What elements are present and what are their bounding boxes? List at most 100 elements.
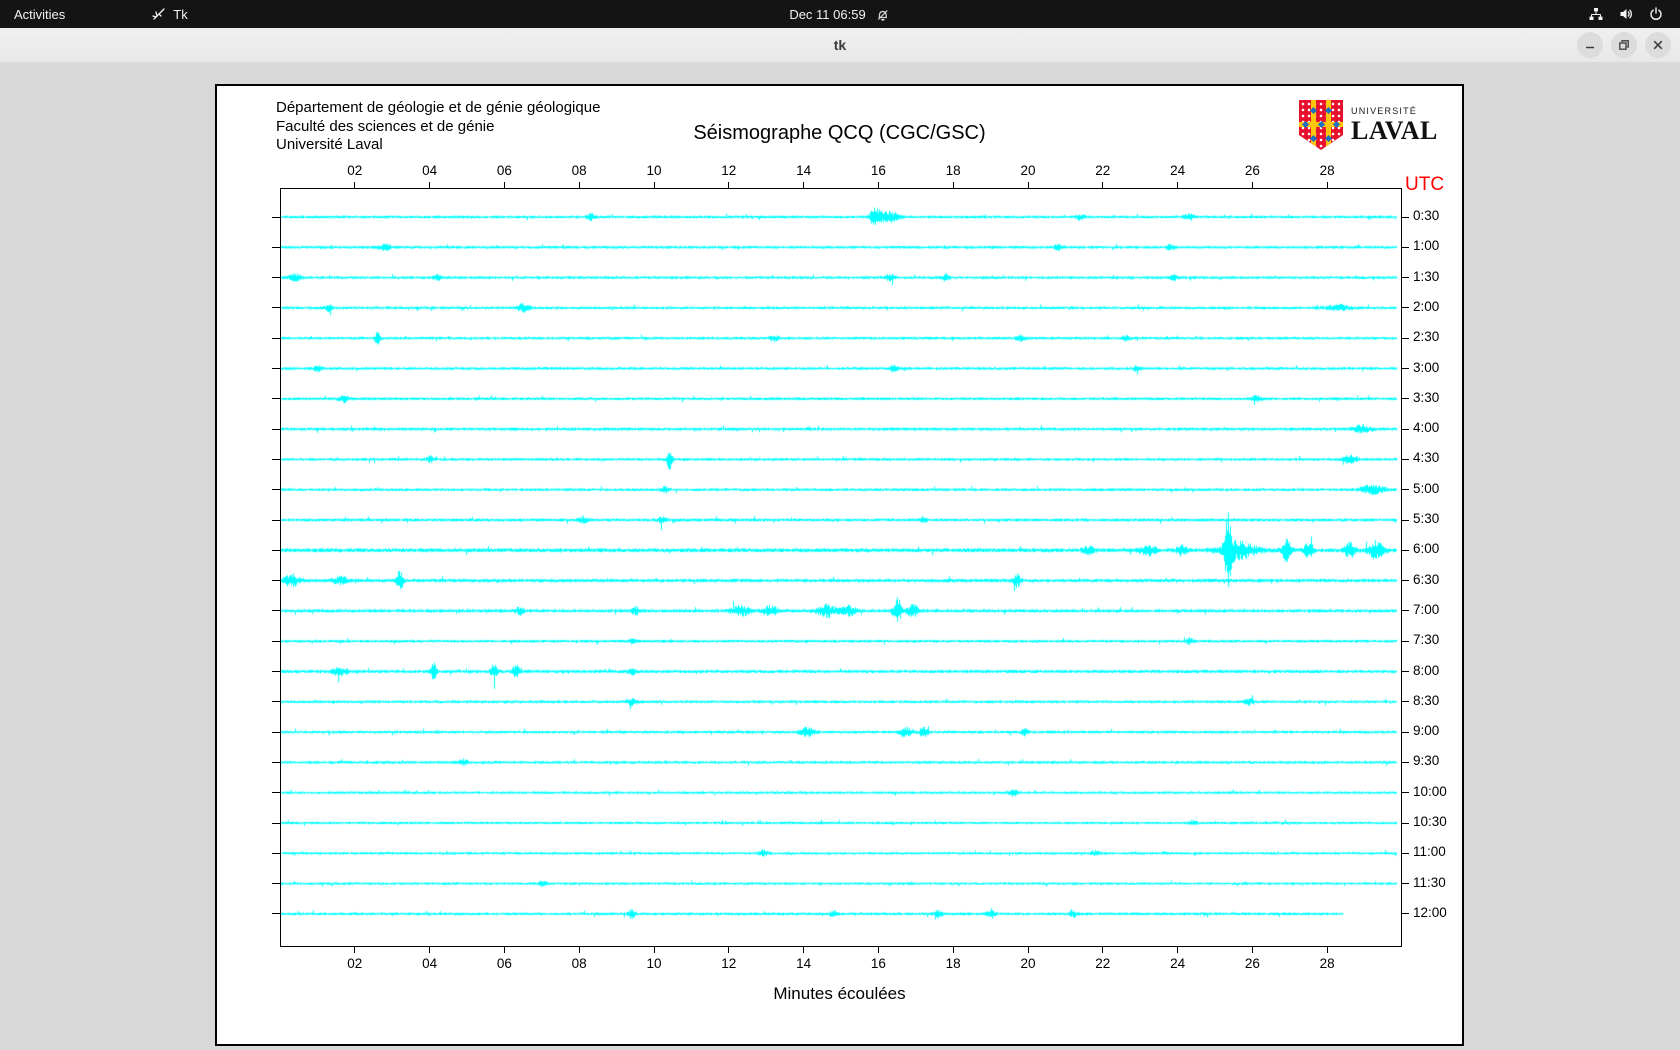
- row-tick-left: [272, 761, 280, 763]
- seismograph-image: Département de géologie et de génie géol…: [215, 84, 1464, 1046]
- row-tick-right: [1402, 883, 1409, 885]
- row-time-label: 9:00: [1413, 723, 1440, 739]
- x-tick-label-top: 22: [1095, 163, 1111, 178]
- x-tick-label-bottom: 04: [422, 956, 438, 971]
- x-tick-label-bottom: 12: [721, 956, 737, 971]
- window-titlebar[interactable]: tk: [0, 28, 1680, 63]
- row-tick-left: [272, 640, 280, 642]
- row-time-label: 10:30: [1413, 814, 1447, 829]
- row-tick-left: [272, 671, 280, 672]
- restore-button[interactable]: [1611, 32, 1637, 58]
- row-tick-left: [272, 610, 280, 612]
- clock-menu[interactable]: Dec 11 06:59: [789, 0, 890, 28]
- x-tick-label-top: 18: [945, 163, 961, 178]
- x-axis-title: Minutes écoulées: [773, 984, 906, 1003]
- row-tick-right: [1402, 277, 1409, 279]
- row-tick-right: [1402, 549, 1409, 551]
- tk-window-content: Département de géologie et de génie géol…: [0, 62, 1680, 1050]
- row-tick-left: [272, 368, 280, 369]
- x-tick-top: [578, 182, 580, 188]
- network-wired-icon: [1588, 6, 1604, 22]
- x-tick-top: [728, 182, 730, 188]
- row-tick-right: [1402, 337, 1409, 339]
- x-tick-label-top: 08: [571, 163, 587, 178]
- x-tick-bottom: [1177, 947, 1179, 953]
- system-status-area[interactable]: [1580, 0, 1672, 28]
- row-tick-left: [272, 580, 280, 582]
- x-tick-bottom: [1326, 947, 1328, 953]
- row-time-label: 3:00: [1413, 359, 1440, 375]
- activities-button[interactable]: Activities: [0, 0, 79, 28]
- x-tick-label-top: 14: [796, 163, 812, 178]
- x-tick-bottom: [1027, 947, 1029, 953]
- volume-icon: [1618, 6, 1634, 22]
- row-tick-right: [1402, 761, 1409, 763]
- x-tick-bottom: [653, 947, 655, 953]
- x-tick-bottom: [728, 947, 730, 953]
- x-tick-top: [429, 182, 431, 188]
- x-tick-label-top: 02: [347, 163, 363, 178]
- row-time-label: 6:00: [1413, 541, 1440, 557]
- x-tick-top: [1326, 182, 1328, 188]
- gnome-top-bar: Activities Tk Dec 11 06:59: [0, 0, 1680, 28]
- x-tick-label-top: 26: [1244, 163, 1260, 178]
- x-tick-label-top: 24: [1170, 163, 1186, 178]
- x-tick-top: [1251, 182, 1253, 188]
- x-tick-label-top: 28: [1319, 163, 1335, 178]
- x-tick-top: [803, 182, 805, 188]
- row-tick-left: [272, 731, 280, 733]
- row-tick-right: [1402, 822, 1409, 824]
- restore-icon: [1619, 40, 1629, 50]
- x-tick-top: [877, 182, 879, 188]
- x-tick-bottom: [578, 947, 580, 953]
- x-tick-bottom: [952, 947, 954, 953]
- row-tick-right: [1402, 913, 1409, 915]
- row-tick-left: [272, 489, 280, 491]
- x-tick-bottom: [877, 947, 879, 953]
- x-tick-top: [952, 182, 954, 188]
- tk-icon: [151, 7, 166, 22]
- close-icon: [1653, 40, 1663, 50]
- row-tick-left: [272, 307, 280, 309]
- x-tick-label-bottom: 20: [1020, 956, 1036, 971]
- x-tick-bottom: [803, 947, 805, 953]
- row-time-label: 11:00: [1413, 844, 1446, 860]
- row-tick-right: [1402, 792, 1409, 794]
- row-time-label: 2:00: [1413, 298, 1440, 314]
- row-time-label: 4:00: [1413, 420, 1440, 436]
- row-tick-right: [1402, 610, 1409, 612]
- row-tick-right: [1402, 580, 1409, 582]
- row-time-label: 7:00: [1413, 601, 1440, 617]
- row-time-label: 1:00: [1413, 238, 1440, 254]
- x-tick-top: [1177, 182, 1179, 188]
- focused-app-menu[interactable]: Tk: [137, 0, 201, 28]
- x-tick-label-top: 04: [422, 163, 438, 178]
- x-tick-label-bottom: 22: [1095, 956, 1111, 971]
- row-tick-right: [1402, 731, 1409, 733]
- row-time-label: 5:00: [1413, 480, 1440, 496]
- seismogram-traces: [281, 189, 1401, 947]
- x-tick-bottom: [503, 947, 505, 953]
- row-time-label: 1:30: [1413, 268, 1440, 284]
- row-tick-left: [272, 883, 280, 885]
- row-time-label: 3:30: [1413, 389, 1440, 405]
- x-tick-label-bottom: 28: [1319, 956, 1335, 971]
- row-time-label: 4:30: [1413, 450, 1440, 466]
- minimize-button[interactable]: [1577, 32, 1603, 58]
- row-tick-left: [272, 458, 280, 460]
- row-tick-right: [1402, 368, 1409, 369]
- close-button[interactable]: [1645, 32, 1671, 58]
- row-tick-left: [272, 549, 280, 551]
- window-title: tk: [833, 37, 847, 53]
- row-tick-left: [272, 701, 280, 703]
- row-tick-right: [1402, 671, 1409, 672]
- row-time-label: 9:30: [1413, 753, 1440, 769]
- row-tick-right: [1402, 489, 1409, 491]
- row-time-label: 2:30: [1413, 329, 1440, 345]
- x-tick-label-bottom: 18: [945, 956, 961, 971]
- x-tick-label-bottom: 08: [571, 956, 587, 971]
- x-tick-label-bottom: 02: [347, 956, 363, 971]
- window-controls: [1577, 32, 1671, 58]
- row-tick-left: [272, 519, 280, 521]
- row-tick-right: [1402, 701, 1409, 703]
